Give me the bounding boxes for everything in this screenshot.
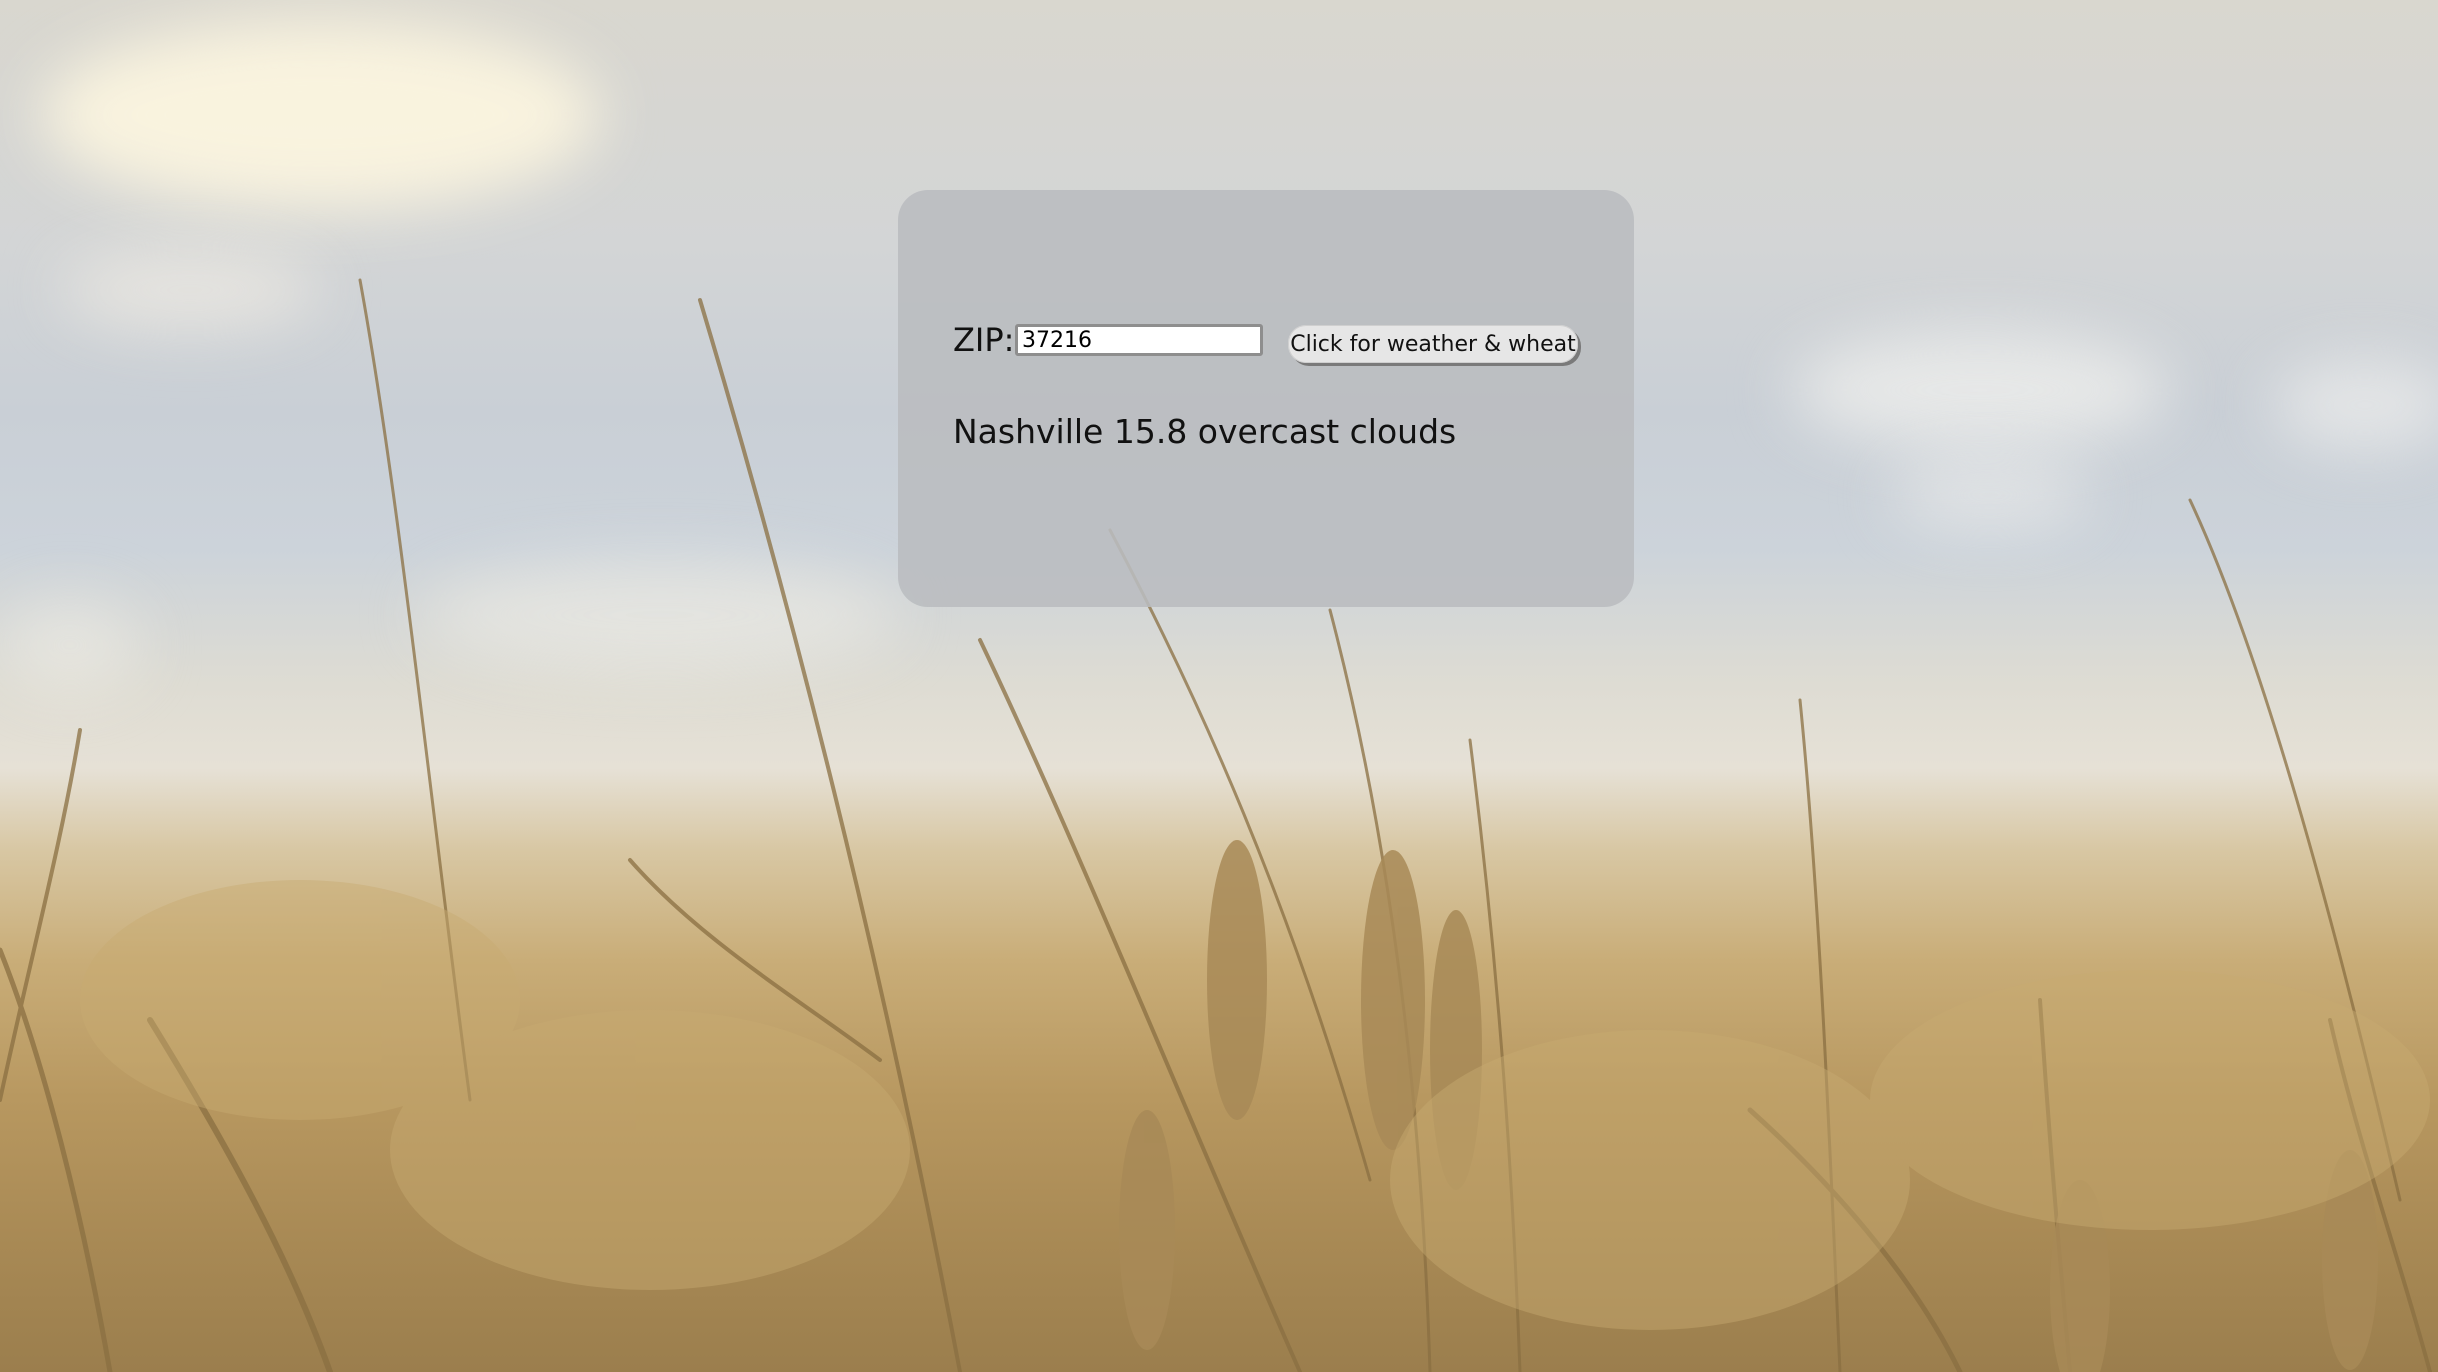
weather-and-wheat-button[interactable]: Click for weather & wheat xyxy=(1288,325,1578,363)
weather-result: Nashville 15.8 overcast clouds xyxy=(953,412,1457,451)
weather-panel: ZIP: Click for weather & wheat Nashville… xyxy=(898,190,1634,607)
zip-label: ZIP: xyxy=(953,321,1015,359)
zip-input[interactable] xyxy=(1015,324,1263,356)
